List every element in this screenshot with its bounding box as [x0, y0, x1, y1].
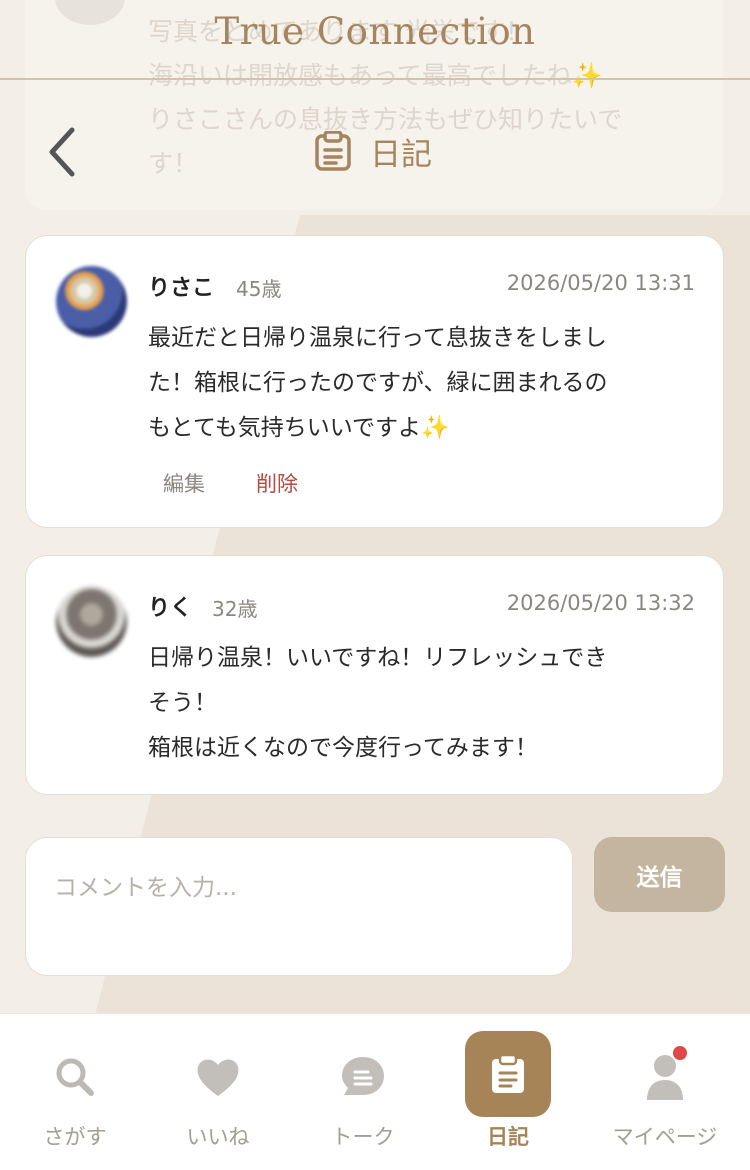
comment-text: 最近だと日帰り温泉に行って息抜きをしまし た！箱根に行ったのですが、緑に囲まれる… — [148, 325, 608, 441]
comment-timestamp: 2026/05/20 13:32 — [506, 591, 695, 615]
comment-text: 日帰り温泉！いいですね！リフレッシュでき そう！ 箱根は近くなので今度行ってみま… — [148, 645, 608, 761]
nav-item-talk[interactable]: トーク — [288, 1014, 438, 1170]
nav-item-likes[interactable]: いいね — [143, 1014, 293, 1170]
nav-item-search[interactable]: さがす — [0, 1014, 150, 1170]
brand-title: True Connection — [214, 10, 536, 53]
delete-button[interactable]: 削除 — [256, 468, 298, 498]
heart-icon — [193, 1052, 243, 1102]
comment-author-name: りく — [148, 596, 193, 621]
page-title-text: 日記 — [370, 136, 432, 173]
comment-author-name: りさこ — [148, 276, 215, 301]
nav-item-diary[interactable]: 日記 — [433, 1014, 583, 1170]
chevron-left-icon — [49, 127, 75, 177]
avatar[interactable] — [56, 586, 127, 657]
clipboard-icon — [465, 1031, 551, 1117]
header-divider — [0, 78, 750, 80]
avatar[interactable] — [56, 266, 127, 337]
comment-timestamp: 2026/05/20 13:31 — [506, 271, 695, 295]
nav-label: トーク — [331, 1125, 395, 1149]
nav-label: さがす — [43, 1125, 107, 1149]
chat-icon — [338, 1052, 388, 1102]
edit-button[interactable]: 編集 — [163, 468, 205, 498]
nav-label: マイページ — [612, 1125, 718, 1149]
comment-author-age: 45歳 — [236, 277, 282, 301]
comment-card: りく 32歳 2026/05/20 13:32 日帰り温泉！いいですね！リフレッ… — [25, 555, 724, 795]
nav-label: 日記 — [487, 1125, 529, 1149]
bottom-nav: さがす いいね トーク 日記 マイページ — [0, 1013, 750, 1170]
comment-card: りさこ 45歳 2026/05/20 13:31 最近だと日帰り温泉に行って息抜… — [25, 235, 724, 528]
nav-item-mypage[interactable]: マイページ — [590, 1014, 740, 1170]
nav-label: いいね — [186, 1125, 250, 1149]
notification-badge — [671, 1044, 689, 1062]
clipboard-icon — [315, 131, 351, 171]
page-title: 日記 — [314, 126, 432, 176]
back-button[interactable] — [40, 122, 90, 182]
send-button[interactable]: 送信 — [594, 837, 725, 912]
comment-input[interactable] — [25, 837, 573, 976]
comment-author-age: 32歳 — [212, 597, 258, 621]
search-icon — [50, 1052, 100, 1102]
